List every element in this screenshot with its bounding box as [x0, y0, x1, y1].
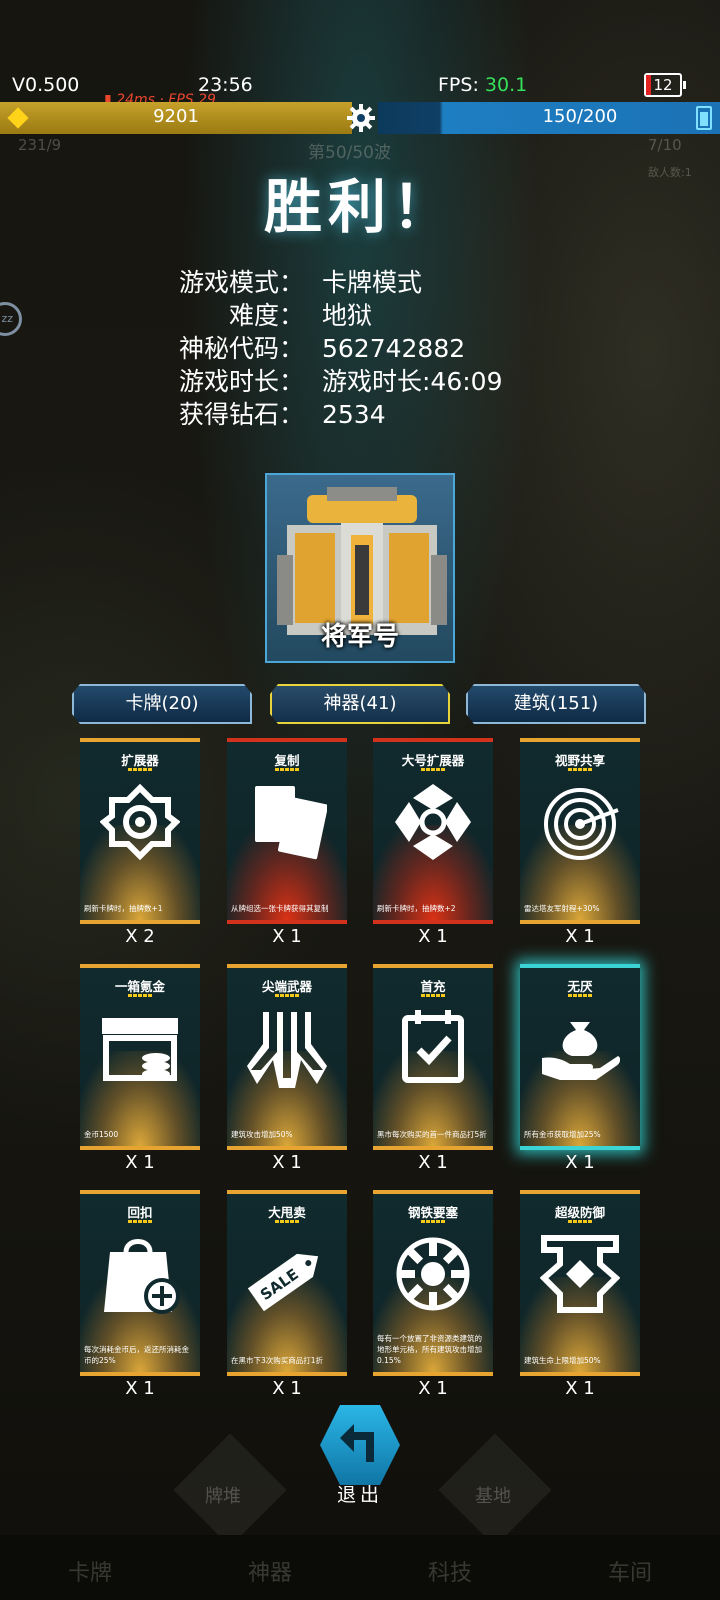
- result-row: 游戏模式： 卡牌模式: [178, 268, 423, 297]
- result-summary: 游戏模式： 卡牌模式 难度： 地狱 神秘代码： 562742882 游戏时长： 游戏时长…: [0, 266, 720, 431]
- settings-gear-icon[interactable]: [344, 102, 378, 134]
- artifact-count: X 1: [565, 1378, 595, 1399]
- money-bag-hand-icon: [542, 1022, 620, 1080]
- gold-value: 9201: [153, 106, 199, 127]
- shopping-bag-plus-icon: [104, 1239, 180, 1314]
- energy-battery-icon: [696, 106, 712, 130]
- radar-icon: [544, 788, 619, 860]
- artifact-card-clearance-sale[interactable]: 大甩卖 SALE 在黑市下3次购买商品打1折: [227, 1190, 347, 1376]
- artifact-count: X 1: [418, 926, 448, 947]
- artifact-count: X 1: [272, 926, 302, 947]
- rarity-stars: [568, 1220, 592, 1223]
- rarity-stars: [421, 994, 445, 997]
- artifact-count: X 1: [418, 1152, 448, 1173]
- artifact-card-insatiable[interactable]: 无厌 所有金币获取增加25%: [520, 964, 640, 1150]
- artifact-card-steel-fortress[interactable]: 钢铁要塞 每有一个放置了非资源类建筑的地形单元格，所有建筑攻击增加0.15%: [373, 1190, 493, 1376]
- artifact-card-super-defense[interactable]: 超级防御 建筑生命上限增加50%: [520, 1190, 640, 1376]
- rarity-stars: [128, 994, 152, 997]
- result-row: 难度： 地狱: [228, 301, 373, 330]
- background-unit-count: 7/10: [648, 136, 682, 154]
- gold-bar: 9201: [0, 102, 352, 134]
- artifact-count: X 1: [565, 1152, 595, 1173]
- fps-readout: FPS: 30.1: [438, 74, 528, 96]
- weapon-icon: [247, 1012, 327, 1088]
- category-tabs: 卡牌(20) 神器(41) 建筑(151): [0, 684, 720, 726]
- bottom-nav: 卡牌 神器 科技 车间: [0, 1535, 720, 1600]
- fortress-icon: [396, 1237, 470, 1311]
- return-arrow-icon: [340, 1424, 374, 1462]
- large-expander-icon: [395, 784, 471, 860]
- nav-item-artifacts[interactable]: 神器: [210, 1555, 330, 1587]
- rarity-stars: [421, 768, 445, 771]
- victory-title: 胜利！: [263, 173, 456, 241]
- artifact-card-first-recharge[interactable]: 首充 黑市每次购买的首一件商品打5折: [373, 964, 493, 1150]
- result-row: 神秘代码： 562742882: [178, 334, 466, 363]
- background-deck-label: 牌堆: [205, 1486, 241, 1507]
- rarity-stars: [421, 1220, 445, 1223]
- artifact-card-vision-share[interactable]: 视野共享 雷达塔友军射程+30%: [520, 738, 640, 924]
- artifact-count: X 1: [125, 1152, 155, 1173]
- artifact-count: X 1: [565, 926, 595, 947]
- battery-indicator: 12: [644, 73, 686, 97]
- tab-artifacts[interactable]: 神器(41): [270, 684, 450, 724]
- rarity-stars: [275, 768, 299, 771]
- artifact-card-large-expander[interactable]: 大号扩展器 刷新卡牌时，抽牌数+2: [373, 738, 493, 924]
- artifact-card-advanced-weapon[interactable]: 尖端武器 建筑攻击增加50%: [227, 964, 347, 1150]
- nav-item-workshop[interactable]: 车间: [570, 1555, 690, 1587]
- artifact-count: X 2: [125, 926, 155, 947]
- exit-label: 退出: [336, 1484, 383, 1506]
- tab-cards[interactable]: 卡牌(20): [72, 684, 252, 724]
- energy-value: 150/200: [542, 106, 618, 127]
- tab-buildings[interactable]: 建筑(151): [466, 684, 646, 724]
- nav-item-cards[interactable]: 卡牌: [30, 1555, 150, 1587]
- rarity-stars: [275, 1220, 299, 1223]
- rarity-stars: [128, 1220, 152, 1223]
- artifact-card-expander[interactable]: 扩展器 刷新卡牌时，抽牌数+1: [80, 738, 200, 924]
- treasure-chest-icon: [102, 1018, 178, 1081]
- artifact-count: X 1: [272, 1152, 302, 1173]
- rarity-stars: [568, 994, 592, 997]
- artifact-count: X 1: [125, 1378, 155, 1399]
- energy-bar: 150/200: [378, 102, 720, 134]
- nav-item-tech[interactable]: 科技: [390, 1555, 510, 1587]
- expander-icon: [100, 783, 180, 861]
- background-resource-count: 231/9: [18, 136, 62, 154]
- result-row: 游戏时长： 游戏时长:46:09: [178, 367, 503, 396]
- rarity-stars: [568, 768, 592, 771]
- artifact-card-gold-chest[interactable]: 一箱氪金 金币1500: [80, 964, 200, 1150]
- artifact-count: X 1: [272, 1378, 302, 1399]
- version-label: V0.500: [12, 74, 80, 96]
- result-row: 获得钻石： 2534: [178, 400, 386, 429]
- artifact-card-rebate[interactable]: 回扣 每次消耗金币后，返还所消耗金币的25%: [80, 1190, 200, 1376]
- calendar-check-icon: [402, 1010, 464, 1083]
- artifact-count: X 1: [418, 1378, 448, 1399]
- rarity-stars: [275, 994, 299, 997]
- background-base-label: 基地: [475, 1486, 511, 1507]
- artifact-card-copy[interactable]: 复制 从牌组选一张卡牌获得其复制: [227, 738, 347, 924]
- hero-portrait[interactable]: 将军号: [265, 473, 455, 663]
- rarity-stars: [128, 768, 152, 771]
- resource-bar: 9201 150/200: [0, 102, 720, 134]
- defense-icon: [540, 1235, 620, 1313]
- exit-button[interactable]: 退出: [310, 1400, 410, 1510]
- sale-tag-icon: SALE: [247, 1253, 319, 1312]
- hero-name: 将军号: [320, 622, 399, 652]
- copy-cards-icon: [255, 786, 327, 860]
